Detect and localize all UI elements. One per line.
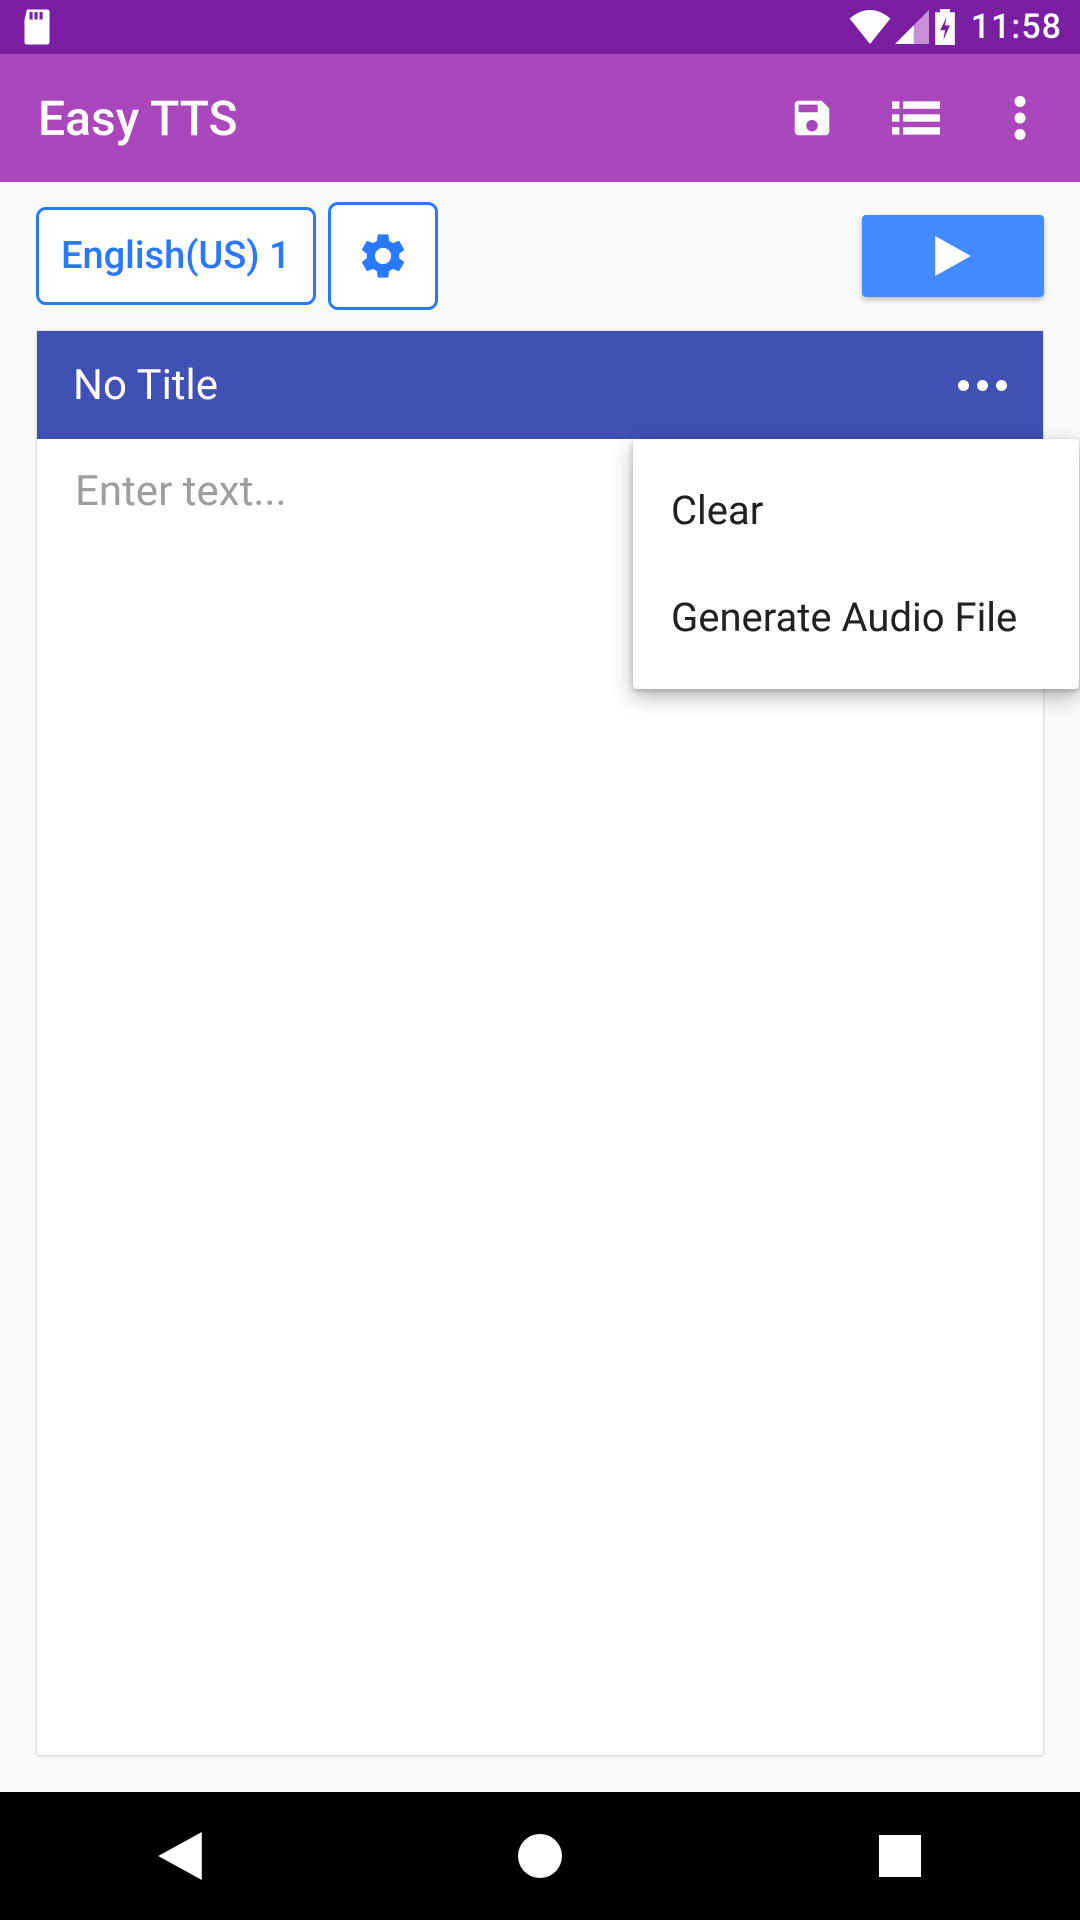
status-time: 11:58 bbox=[971, 7, 1062, 47]
card-header: No Title bbox=[37, 331, 1043, 439]
card-popup-menu: Clear Generate Audio File bbox=[633, 439, 1079, 689]
language-selector[interactable]: English(US) 1 bbox=[36, 207, 316, 305]
status-bar: 11:58 bbox=[0, 0, 1080, 54]
nav-bar bbox=[0, 1792, 1080, 1920]
save-button[interactable] bbox=[788, 94, 836, 142]
wifi-icon bbox=[849, 10, 891, 44]
app-bar-actions bbox=[788, 94, 1044, 142]
card-menu-button[interactable] bbox=[958, 380, 1007, 391]
nav-home-button[interactable] bbox=[512, 1828, 568, 1884]
overflow-menu-button[interactable] bbox=[996, 94, 1044, 142]
app-bar: Easy TTS bbox=[0, 54, 1080, 182]
nav-back-button[interactable] bbox=[152, 1828, 208, 1884]
play-icon bbox=[935, 236, 971, 276]
battery-charging-icon bbox=[933, 9, 957, 45]
toolbar: English(US) 1 bbox=[0, 182, 1080, 330]
language-label: English(US) 1 bbox=[61, 234, 291, 278]
settings-button[interactable] bbox=[328, 202, 438, 310]
card-title: No Title bbox=[73, 361, 218, 410]
gear-icon bbox=[356, 229, 410, 283]
nav-recent-button[interactable] bbox=[872, 1828, 928, 1884]
status-left bbox=[22, 9, 52, 45]
status-right: 11:58 bbox=[849, 7, 1062, 47]
app-title: Easy TTS bbox=[38, 90, 788, 147]
signal-icon bbox=[895, 10, 929, 44]
popup-item-generate-audio[interactable]: Generate Audio File bbox=[633, 564, 1079, 671]
popup-item-clear[interactable]: Clear bbox=[633, 457, 1079, 564]
text-card: No Title Enter text... Clear Generate Au… bbox=[36, 330, 1044, 1756]
dots-icon bbox=[958, 380, 969, 391]
sd-card-icon bbox=[22, 9, 52, 45]
list-button[interactable] bbox=[892, 94, 940, 142]
play-button[interactable] bbox=[862, 215, 1044, 297]
